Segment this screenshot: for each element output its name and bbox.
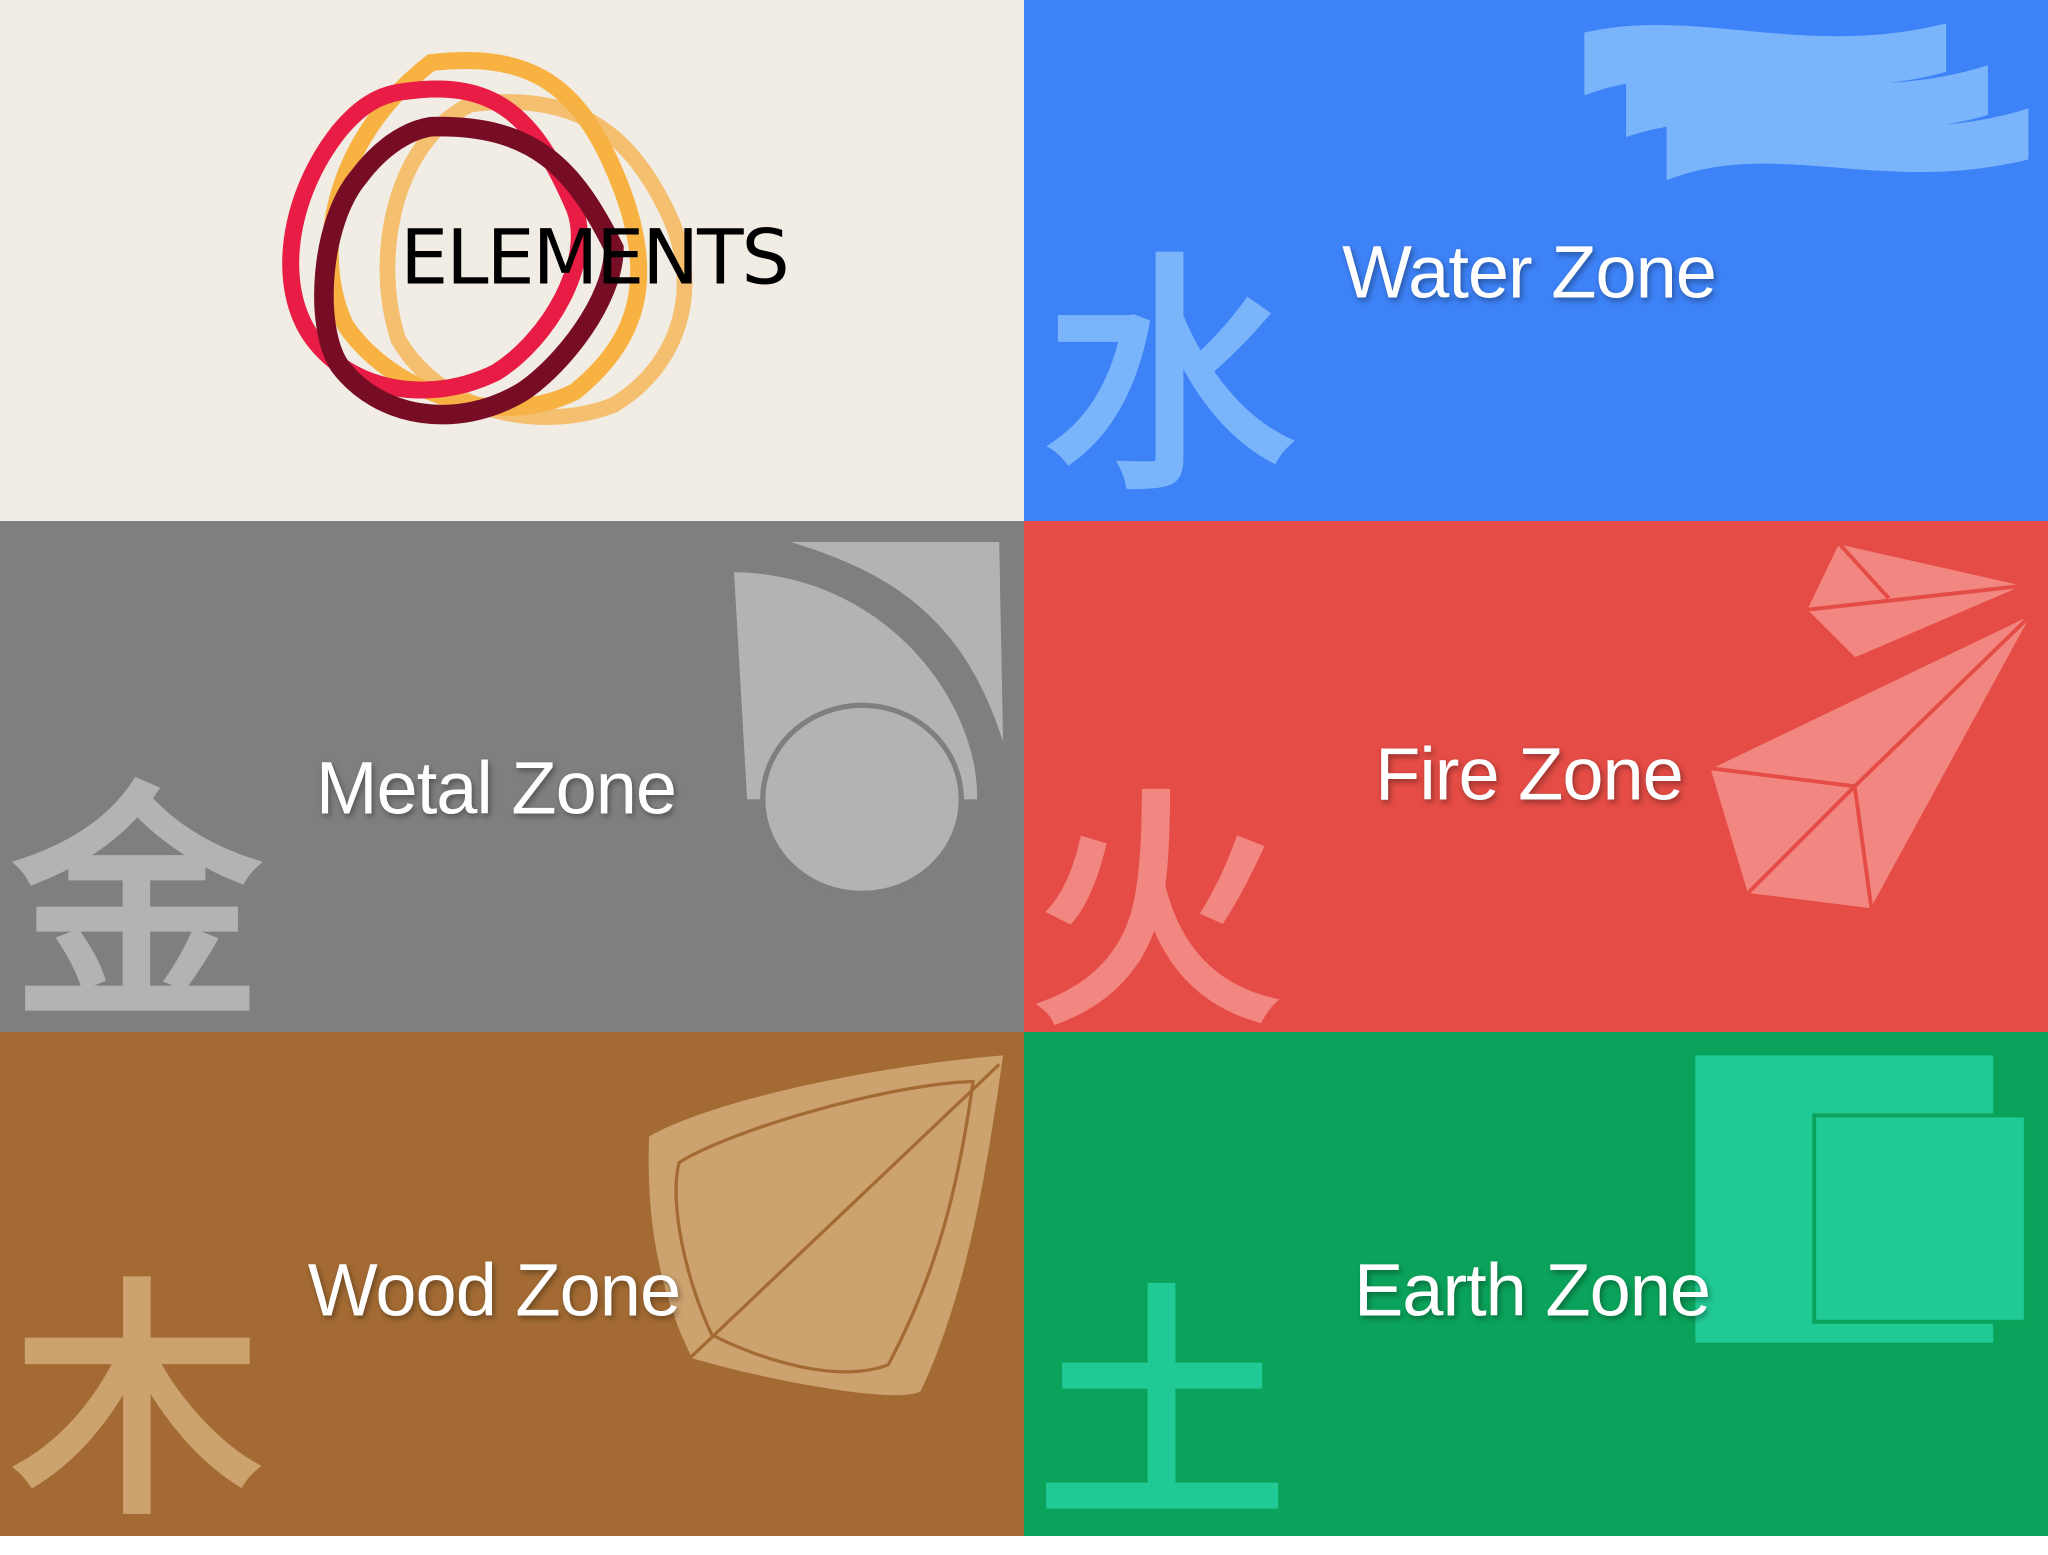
water-zone-tile[interactable] xyxy=(1024,0,2048,521)
wood-zone-tile[interactable] xyxy=(0,1032,1024,1536)
metal-zone-tile[interactable] xyxy=(0,521,1024,1032)
fire-zone-tile[interactable] xyxy=(1024,521,2048,1032)
earth-zone-tile[interactable] xyxy=(1024,1032,2048,1536)
elements-logo-text: ELEMENTS xyxy=(400,212,789,302)
